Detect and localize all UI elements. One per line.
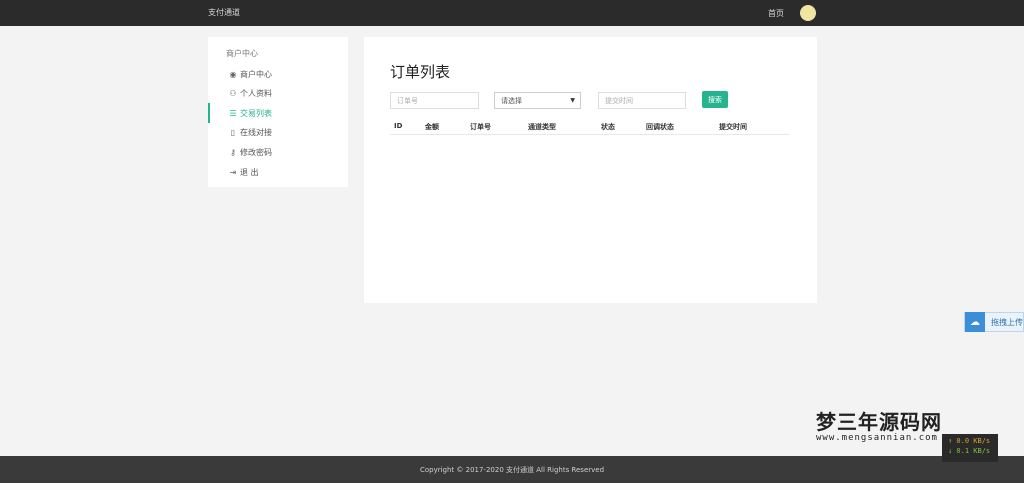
page-title: 订单列表 (390, 63, 451, 81)
sidebar-item-merchant-center[interactable]: ◉ 商户中心 (208, 64, 348, 84)
sidebar-item-label: 修改密码 (240, 147, 272, 157)
user-circle-icon: ◉ (229, 69, 237, 79)
upload-speed: ↑ 0.0 KB/s (948, 437, 991, 445)
sidebar-item-change-password[interactable]: ⚷ 修改密码 (208, 142, 348, 162)
sidebar-item-transactions[interactable]: ☰ 交易列表 (208, 103, 348, 123)
watermark-text: 梦三年源码网 (816, 410, 942, 434)
download-speed: ↓ 0.1 KB/s (948, 447, 991, 455)
select-value: 请选择 (501, 96, 522, 105)
sidebar-item-logout[interactable]: ⇥ 退 出 (208, 162, 348, 182)
watermark: 梦三年源码网 www.mengsannian.com (816, 406, 956, 443)
column-header: 金额 (425, 123, 439, 131)
list-icon: ☰ (229, 108, 237, 118)
table-header: ID 金额 订单号 通道类型 状态 回调状态 提交时间 (390, 119, 790, 135)
order-list-panel: 订单列表 请选择 ▼ 搜索 ID 金额 订单号 通道类型 状态 回调状态 提交时… (364, 37, 817, 303)
search-button[interactable]: 搜索 (702, 91, 728, 108)
net-speed-meter: ↑ 0.0 KB/s ↓ 0.1 KB/s (942, 434, 998, 462)
sidebar: 商户中心 ◉ 商户中心 ⚇ 个人资料 ☰ 交易列表 ▯ 在线对接 ⚷ 修改密码 … (208, 37, 348, 187)
drag-upload-widget[interactable]: ☁ 拖拽上传 (964, 312, 1024, 332)
sidebar-item-label: 在线对接 (240, 127, 272, 137)
order-number-input[interactable] (390, 92, 479, 109)
key-icon: ⚷ (230, 147, 236, 157)
sidebar-item-label: 个人资料 (240, 88, 272, 98)
column-header: 回调状态 (646, 123, 674, 131)
copyright-text: Copyright © 2017-2020 支付通道 All Rights Re… (419, 465, 605, 474)
upload-label: 拖拽上传 (991, 317, 1023, 327)
avatar[interactable] (800, 5, 816, 21)
person-icon: ⚇ (229, 88, 237, 98)
caret-down-icon: ▼ (570, 97, 575, 104)
column-header: 状态 (601, 123, 615, 131)
submit-time-input[interactable] (598, 92, 686, 109)
sidebar-title: 商户中心 (226, 49, 258, 58)
document-icon: ▯ (230, 127, 236, 137)
column-header: 通道类型 (528, 123, 556, 131)
footer: Copyright © 2017-2020 支付通道 All Rights Re… (0, 456, 1024, 483)
sidebar-item-label: 退 出 (240, 167, 259, 177)
sidebar-item-profile[interactable]: ⚇ 个人资料 (208, 83, 348, 103)
sidebar-item-label: 交易列表 (240, 108, 272, 118)
sidebar-item-integration[interactable]: ▯ 在线对接 (208, 122, 348, 142)
watermark-url: www.mengsannian.com (816, 433, 938, 443)
column-header: 提交时间 (719, 123, 747, 131)
logout-icon: ⇥ (229, 167, 237, 177)
cloud-upload-icon: ☁ (965, 312, 985, 332)
home-link[interactable]: 首页 (768, 8, 784, 19)
channel-select[interactable]: 请选择 ▼ (494, 92, 581, 109)
column-header: 订单号 (470, 123, 491, 131)
sidebar-item-label: 商户中心 (240, 69, 272, 79)
brand-title[interactable]: 支付通道 (208, 7, 240, 18)
top-navbar: 支付通道 首页 (0, 0, 1024, 26)
column-header: ID (394, 122, 403, 130)
